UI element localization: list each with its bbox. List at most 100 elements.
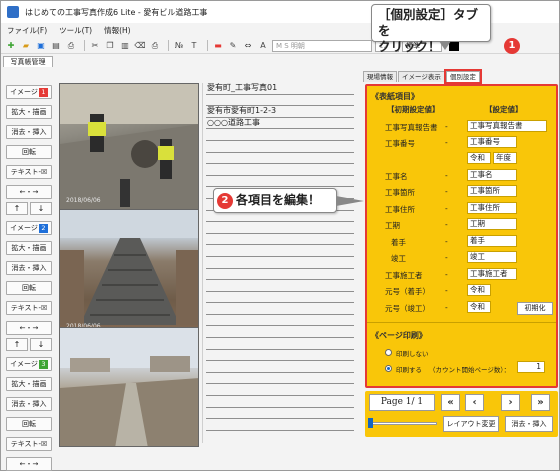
text-line[interactable]	[206, 280, 354, 292]
delete-icon[interactable]: ⌫	[134, 40, 146, 52]
rotate-button-3[interactable]: 回転	[6, 417, 52, 431]
text-line[interactable]	[206, 396, 354, 408]
field-fiscal-year[interactable]: 年度	[493, 152, 517, 164]
text-button-1[interactable]: テキスト-☒	[6, 165, 52, 179]
paste-icon[interactable]: ▥	[119, 40, 131, 52]
image-button-1[interactable]: イメージ 1	[6, 85, 52, 99]
text-line[interactable]	[206, 361, 354, 373]
delete-insert-button-3[interactable]: 消去・挿入	[6, 397, 52, 411]
photo-1[interactable]: 2018/06/06	[59, 83, 199, 213]
zoom-slider-track[interactable]	[369, 422, 437, 425]
move-down-button-2[interactable]: ↓	[30, 338, 52, 351]
cut-icon[interactable]: ✂	[89, 40, 101, 52]
delete-insert-button-1[interactable]: 消去・挿入	[6, 125, 52, 139]
text-button-2[interactable]: テキスト-☒	[6, 301, 52, 315]
text-line[interactable]	[206, 222, 354, 234]
text-line[interactable]	[206, 315, 354, 327]
move-down-button-1[interactable]: ↓	[30, 202, 52, 215]
tab-individual-settings[interactable]: 個別設定	[443, 69, 482, 84]
layout-change-button[interactable]: レイアウト変更	[443, 416, 499, 432]
menu-info[interactable]: 情報(H)	[104, 25, 131, 36]
first-page-button[interactable]: «	[441, 394, 460, 411]
copy-icon[interactable]: ❐	[104, 40, 116, 52]
field-construction-name[interactable]: 工事名	[467, 169, 517, 181]
next-page-button[interactable]: ›	[501, 394, 520, 411]
field-construction-site[interactable]: 工事箇所	[467, 185, 517, 197]
photo-2[interactable]: 2018/06/06	[59, 209, 199, 339]
text-line[interactable]	[206, 350, 354, 362]
print-icon[interactable]: ⎙	[65, 40, 77, 52]
text-line[interactable]	[206, 153, 354, 165]
field-start[interactable]: 着手	[467, 235, 517, 247]
image-button-2[interactable]: イメージ 2	[6, 221, 52, 235]
field-report-title[interactable]: 工事写真報告書	[467, 120, 547, 132]
radio-no-print[interactable]	[385, 349, 392, 356]
zoom-draw-button-1[interactable]: 拡大・描画	[6, 105, 52, 119]
field-era-year[interactable]: 令和	[467, 152, 491, 164]
move-up-button-1[interactable]: ↑	[6, 202, 28, 215]
text-line[interactable]	[206, 326, 354, 339]
text-line[interactable]	[206, 292, 354, 304]
text-line[interactable]	[206, 269, 354, 281]
tab-site-info[interactable]: 現場情報	[363, 71, 397, 82]
settings-icon[interactable]: ✎	[227, 40, 239, 52]
last-page-button[interactable]: »	[531, 394, 550, 411]
field-construction-address[interactable]: 工事住所	[467, 202, 517, 214]
reset-button[interactable]: 初期化	[517, 302, 553, 315]
move-up-button-2[interactable]: ↑	[6, 338, 28, 351]
text-line[interactable]	[206, 303, 354, 315]
page-number-icon[interactable]: №	[173, 40, 185, 52]
print-setup-icon[interactable]: ⎙	[149, 40, 161, 52]
field-era-start[interactable]: 令和	[467, 284, 491, 296]
text-line[interactable]	[206, 257, 354, 269]
radio-print[interactable]	[385, 365, 392, 372]
text-line[interactable]	[206, 176, 354, 188]
text-line[interactable]	[206, 95, 354, 107]
text-line[interactable]	[206, 338, 354, 350]
text-line[interactable]: 愛有市愛有町1-2-3	[206, 106, 354, 118]
start-page-input[interactable]: 1	[517, 361, 545, 373]
measure-icon[interactable]: ▬	[212, 40, 224, 52]
field-completion[interactable]: 竣工	[467, 251, 517, 263]
text-line[interactable]	[206, 234, 354, 246]
text-line[interactable]: 愛有町_工事写真01	[206, 83, 354, 95]
zoom-slider-handle[interactable]	[368, 418, 373, 428]
photo-text-lines[interactable]: 愛有町_工事写真01 愛有市愛有町1-2-3 ○○○道路工事	[206, 83, 354, 431]
open-folder-icon[interactable]: ▰	[20, 40, 32, 52]
zoom-draw-button-3[interactable]: 拡大・描画	[6, 377, 52, 391]
delete-insert-button[interactable]: 消去・挿入	[505, 416, 553, 432]
text-line[interactable]	[206, 129, 354, 141]
rotate-button-1[interactable]: 回転	[6, 145, 52, 159]
field-period[interactable]: 工期	[467, 218, 517, 230]
prev-page-button[interactable]: ‹	[465, 394, 484, 411]
text-line[interactable]	[206, 141, 354, 153]
text-insert-icon[interactable]: A	[257, 40, 269, 52]
text-line[interactable]	[206, 245, 354, 257]
new-icon[interactable]: ✚	[5, 40, 17, 52]
text-line[interactable]: ○○○道路工事	[206, 118, 354, 130]
rotate-button-2[interactable]: 回転	[6, 281, 52, 295]
text-line[interactable]	[206, 408, 354, 420]
field-contractor[interactable]: 工事施工者	[467, 268, 517, 280]
zoom-draw-button-2[interactable]: 拡大・描画	[6, 241, 52, 255]
photo-3[interactable]	[59, 327, 199, 447]
field-construction-no[interactable]: 工事番号	[467, 136, 517, 148]
text-line[interactable]	[206, 164, 354, 176]
print-preview-icon[interactable]: ▤	[50, 40, 62, 52]
text-tool-icon[interactable]: T	[188, 40, 200, 52]
text-line[interactable]	[206, 384, 354, 397]
font-select[interactable]: M S 明朝	[272, 39, 372, 52]
swap-icon[interactable]: ⇔	[242, 40, 254, 52]
save-icon[interactable]: ▣	[35, 40, 47, 52]
image-button-3[interactable]: イメージ 3	[6, 357, 52, 371]
text-line[interactable]	[206, 373, 354, 385]
delete-insert-button-2[interactable]: 消去・挿入	[6, 261, 52, 275]
field-era-completion[interactable]: 令和	[467, 301, 491, 313]
menu-tools[interactable]: ツール(T)	[59, 25, 92, 36]
lr-arrow-button-3[interactable]: ←・→	[6, 457, 52, 471]
tab-photo-book[interactable]: 写真帳管理	[3, 56, 53, 67]
menu-file[interactable]: ファイル(F)	[7, 25, 47, 36]
text-button-3[interactable]: テキスト-☒	[6, 437, 52, 451]
tab-image-display[interactable]: イメージ表示	[398, 71, 445, 82]
lr-arrow-button-1[interactable]: ←・→	[6, 185, 52, 199]
